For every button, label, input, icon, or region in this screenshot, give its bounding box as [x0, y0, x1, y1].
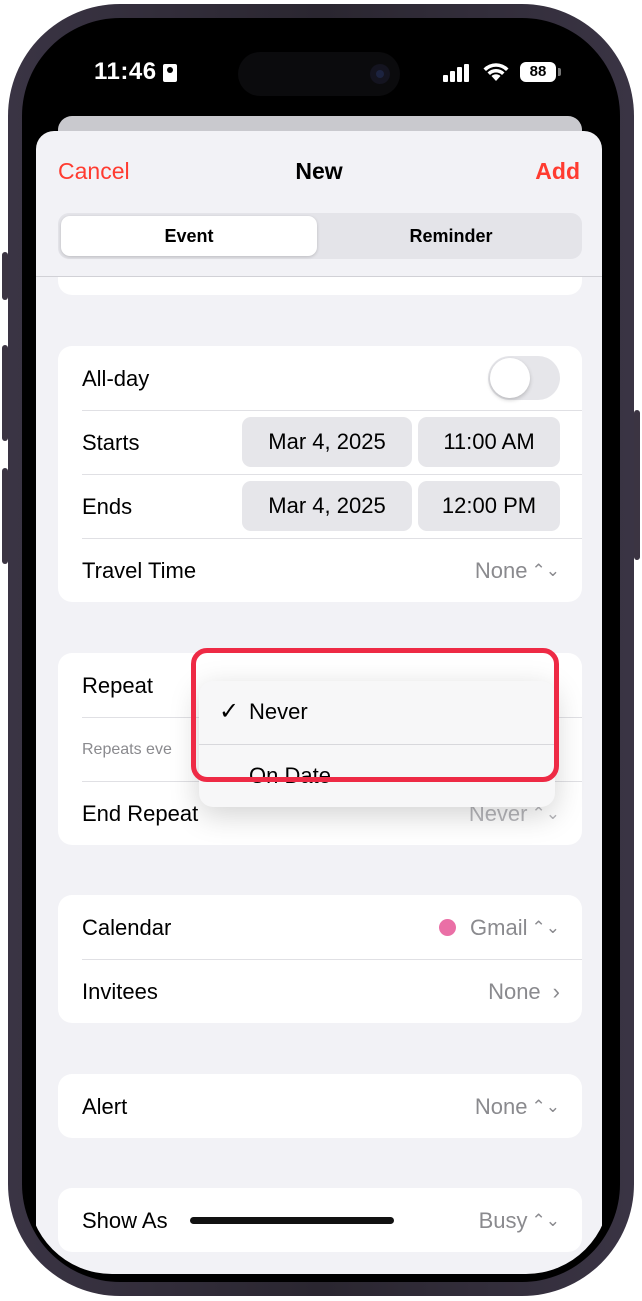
travel-time-label: Travel Time	[82, 558, 197, 583]
calendar-value: Gmail ⌃⌄	[439, 915, 560, 941]
chevron-up-down-icon: ⌃⌄	[531, 561, 561, 580]
ends-date-button[interactable]: Mar 4, 2025	[242, 481, 412, 531]
add-button[interactable]: Add	[535, 158, 580, 185]
wifi-icon	[483, 63, 509, 81]
dynamic-island	[238, 52, 400, 96]
battery-tip	[558, 68, 561, 76]
home-indicator[interactable]	[190, 1217, 394, 1224]
contact-card-icon	[163, 64, 177, 82]
volume-up-button	[2, 345, 8, 441]
datetime-group: All-day Starts Mar 4, 2025 11:00 AM Ends…	[58, 346, 582, 602]
travel-time-value: None ⌃⌄	[474, 558, 561, 583]
calendar-color-dot	[439, 919, 457, 936]
type-segmented-control: Event Reminder	[58, 213, 582, 259]
segment-reminder[interactable]: Reminder	[323, 216, 579, 256]
starts-row: Starts Mar 4, 2025 11:00 AM	[58, 410, 582, 474]
ends-row: Ends Mar 4, 2025 12:00 PM	[58, 474, 582, 538]
invitees-value: None ›	[488, 979, 560, 1004]
toggle-knob	[490, 358, 530, 398]
status-bar: 11:46 88	[28, 30, 610, 122]
side-button	[634, 410, 640, 560]
highlight-annotation	[191, 648, 559, 782]
end-repeat-label: End Repeat	[82, 801, 199, 826]
allday-row: All-day	[58, 346, 582, 410]
calendar-group: Calendar Gmail ⌃⌄ Invitees None ›	[58, 895, 582, 1023]
show-as-label: Show As	[82, 1208, 168, 1233]
repeats-every-text: Repeats eve	[82, 741, 172, 758]
allday-label: All-day	[82, 366, 150, 391]
starts-time-button[interactable]: 11:00 AM	[418, 417, 560, 467]
ends-time-button[interactable]: 12:00 PM	[418, 481, 560, 531]
alert-label: Alert	[82, 1094, 128, 1119]
invitees-row[interactable]: Invitees None ›	[58, 959, 582, 1023]
alert-row[interactable]: Alert None ⌃⌄	[58, 1074, 582, 1138]
cellular-signal-icon	[443, 64, 473, 82]
chevron-right-icon: ›	[552, 979, 560, 1004]
chevron-up-down-icon: ⌃⌄	[531, 1211, 561, 1230]
status-time: 11:46	[94, 58, 157, 85]
volume-down-button	[2, 468, 8, 564]
camera-icon	[370, 64, 390, 84]
calendar-row[interactable]: Calendar Gmail ⌃⌄	[58, 895, 582, 959]
chevron-up-down-icon: ⌃⌄	[531, 1097, 561, 1116]
action-button	[2, 252, 8, 300]
page-title: New	[295, 158, 343, 184]
travel-time-row[interactable]: Travel Time None ⌃⌄	[58, 538, 582, 602]
starts-date-button[interactable]: Mar 4, 2025	[242, 417, 412, 467]
invitees-label: Invitees	[82, 979, 158, 1004]
repeat-label: Repeat	[82, 673, 153, 698]
ends-label: Ends	[82, 494, 133, 519]
calendar-label: Calendar	[82, 915, 172, 940]
battery-icon: 88	[520, 62, 556, 82]
nav-bar: Cancel New Add	[36, 131, 602, 211]
allday-toggle[interactable]	[488, 356, 560, 400]
chevron-up-down-icon: ⌃⌄	[531, 918, 561, 937]
show-as-value: Busy ⌃⌄	[478, 1208, 561, 1233]
location-group-tail	[58, 277, 582, 295]
alert-value: None ⌃⌄	[474, 1094, 561, 1119]
starts-label: Starts	[82, 430, 140, 455]
alert-group: Alert None ⌃⌄	[58, 1074, 582, 1138]
segment-event[interactable]: Event	[61, 216, 317, 256]
